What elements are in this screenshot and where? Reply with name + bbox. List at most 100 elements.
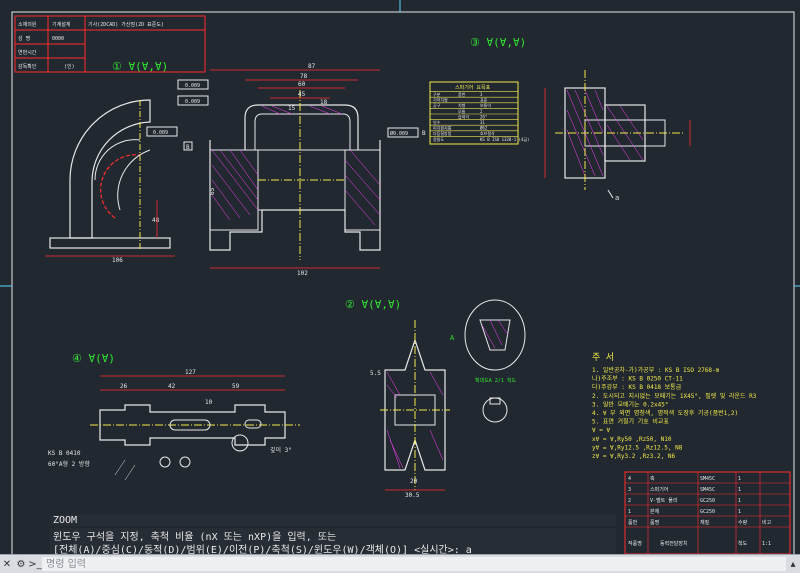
close-icon[interactable]: ✕	[0, 557, 14, 571]
gear-table-cell: 3	[480, 92, 483, 97]
parts-footer-cell: 척도	[738, 540, 748, 547]
expand-icon[interactable]: ▴	[786, 557, 800, 571]
detail-label: 확대도A 2/1 척도	[475, 377, 516, 384]
tb-value-0: 기계설계	[52, 21, 71, 28]
datum-B: B	[186, 144, 190, 151]
dim-26: 26	[120, 383, 128, 390]
parts-cell: 1	[738, 476, 741, 482]
view-4-shaft: ④ ∀(∀) 127 26 42 59 10 KS B 0410 60°A형 2…	[48, 352, 300, 481]
gear-table-cell: 정밀도	[433, 136, 444, 142]
dim-78: 78	[300, 73, 308, 80]
wrench-icon[interactable]: ⚙	[14, 557, 28, 571]
title-block: 소재의원 기계설계 기사(2DCAD) 가산점(2D 표준도) 성 명 0000…	[14, 15, 206, 73]
view-3-label: ③ ∀(∀,∀)	[470, 36, 526, 49]
gear-table-cell: 구분	[433, 92, 441, 97]
parts-cell: 축	[650, 475, 655, 482]
command-history-line-0: ZOOM	[50, 515, 616, 526]
tol-3: 0.009	[153, 130, 168, 136]
parts-cell: 1	[628, 509, 631, 515]
gear-table-cell: 잇수	[433, 119, 441, 125]
tol-2: 0.009	[185, 99, 200, 105]
parts-cell: 스퍼기어	[650, 486, 668, 493]
notes-line: z∀ = ∀,Ry3.2 ,Rz3.2, N6	[592, 453, 675, 460]
parts-cell: 1	[738, 498, 741, 504]
notes-title: 주 서	[592, 352, 614, 363]
parts-cell: 품번	[628, 519, 638, 526]
dim-59: 59	[232, 383, 240, 390]
parts-cell: 1	[738, 509, 741, 515]
parts-cell: 비고	[762, 519, 772, 526]
view-1-body-front: 87 78 60 45 18 15 102 65 Ø0.009 B	[209, 63, 426, 277]
view-2-pulley: ② ∀(∀,∀) 30.5 20 5.5 A 확대도A 2/1 척도	[345, 298, 526, 499]
dim-102: 102	[297, 270, 308, 277]
parts-cell: 4	[628, 476, 631, 482]
shaft-ks-note: KS B 0410	[48, 450, 81, 457]
parts-cell: 수량	[738, 519, 748, 526]
view-2-label: ② ∀(∀,∀)	[345, 298, 401, 311]
parts-cell: 품명	[650, 519, 659, 526]
dim-87: 87	[308, 63, 316, 70]
dim-60: 60	[298, 81, 306, 88]
dim-18: 18	[320, 99, 328, 106]
gear-table-cell: 품번	[458, 91, 466, 97]
tol-4: Ø0.009	[390, 130, 408, 137]
datum-B-2: B	[422, 130, 426, 137]
tb-value-3: (인)	[64, 63, 75, 70]
parts-cell: GC250	[700, 498, 715, 504]
shaft-ks-note-2: 60°A형 2 방향	[48, 460, 90, 468]
parts-cell: 본체	[650, 508, 660, 515]
gear-table-cell: 다듬질방법	[433, 130, 452, 136]
tb-label-0: 소재의원	[18, 21, 37, 28]
tb-label-3: 감독확인	[18, 63, 37, 70]
dim-30-5: 30.5	[405, 492, 420, 499]
gear-table-cell: 20°	[480, 114, 487, 119]
gear-table-cell: 피치원지름	[433, 125, 452, 131]
parts-cell: 1	[738, 487, 741, 493]
parts-footer-cell: 동력전달장치	[660, 540, 688, 547]
parts-cell: V-벨트 풀리	[650, 497, 677, 504]
parts-cell: 3	[628, 487, 631, 493]
gear-table-cell: 기어치형	[433, 97, 448, 103]
parts-cell: GC250	[700, 509, 715, 515]
view-1-body-side: ① ∀(∀,∀) 106 48 0.009 0.009 0.009 B	[45, 60, 209, 264]
keyway-depth: 깊이 3°	[270, 446, 292, 454]
notes-line: 1. 일반공차-가)가공부 : KS B ISO 2768-m	[592, 366, 720, 374]
gear-table-cell: 2	[480, 109, 483, 114]
gear-table-cell: 보통이	[480, 102, 491, 108]
gear-table-cell: 치형	[458, 102, 466, 108]
drawing-canvas[interactable]: 소재의원 기계설계 기사(2DCAD) 가산점(2D 표준도) 성 명 0000…	[0, 0, 800, 572]
dim-127: 127	[185, 369, 196, 376]
view-3-spur-gear: ③ ∀(∀,∀) a	[470, 36, 691, 202]
dim-5-5: 5.5	[370, 370, 381, 377]
parts-cell: 2	[628, 498, 631, 504]
tb-label-1: 성 명	[18, 35, 30, 42]
notes-line: 3. 일반 모떼기는 0.2x45°	[592, 400, 668, 408]
dim-15: 15	[288, 105, 296, 112]
gear-table-title: 스퍼기어 요목표	[455, 84, 491, 91]
gear-table-cell: 표준	[480, 98, 488, 103]
notes-block: 주 서 1. 일반공차-가)가공부 : KS B ISO 2768-m 나)주조…	[592, 352, 757, 460]
parts-footer-cell: 1:1	[762, 541, 771, 547]
notes-line: 4. ∀ 부 외면 명청색, 명적색 도장후 기공(품번1,2)	[592, 409, 738, 417]
prompt-chevron-icon[interactable]: >_	[28, 557, 42, 571]
parts-cell: SM45C	[700, 476, 715, 482]
gear-table-cell: 공구	[433, 103, 441, 108]
dim-20: 20	[410, 478, 418, 485]
view-1-label: ① ∀(∀,∀)	[112, 60, 168, 73]
notes-line: y∀ = ∀,Ry12.5 ,Rz12.5, N8	[592, 444, 683, 451]
tb-value-1: 0000	[52, 36, 64, 42]
notes-line: 5. 표면 거칠기 기호 비교표	[592, 418, 669, 426]
notes-line: 나)주조부 : KS B 0250 CT-11	[592, 375, 683, 383]
gear-spec-table: 스퍼기어 요목표 구분 품번 3 기어치형 표준공구 치형 보통이모듈 2 압력각 20° 잇수 31…	[429, 81, 529, 145]
gear-table-cell: Ø62	[480, 126, 488, 131]
parts-cell: SM45C	[700, 487, 715, 493]
dim-10: 10	[205, 399, 213, 406]
dim-42: 42	[168, 383, 176, 390]
gear-table-cell: 모듈	[458, 108, 466, 114]
view-4-label: ④ ∀(∀)	[72, 352, 115, 365]
tb-header-text: 기사(2DCAD) 가산점(2D 표준도)	[88, 21, 164, 28]
dim-45: 45	[298, 91, 306, 98]
parts-footer-cell: 작품명	[628, 540, 642, 547]
command-input[interactable]	[42, 557, 786, 571]
notes-line: x∀ = ∀,Ry50 ,Rz50, N10	[592, 436, 672, 443]
